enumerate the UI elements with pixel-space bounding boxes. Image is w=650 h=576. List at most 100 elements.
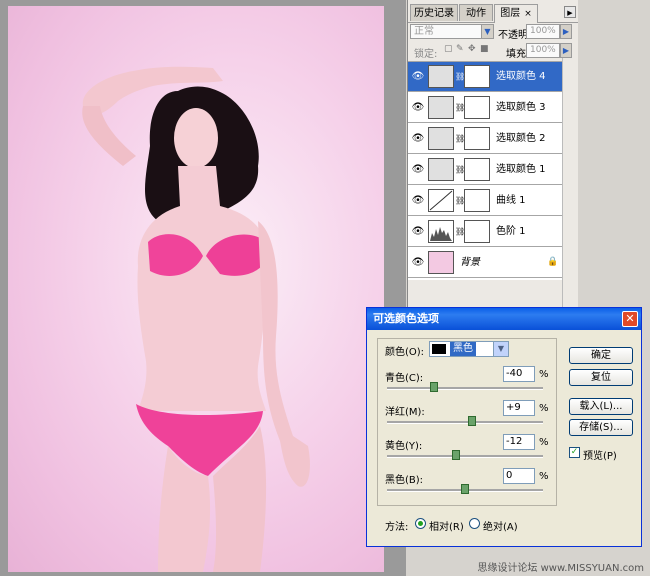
eye-icon[interactable]: 👁 bbox=[411, 101, 425, 114]
chevron-down-icon[interactable]: ▼ bbox=[482, 24, 494, 39]
mask-thumb[interactable] bbox=[464, 96, 490, 119]
layers-panel: 历史记录 动作 图层 × ▶ 正常 ▼ 不透明度: 100% ▶ 锁定: ▢ ✎ … bbox=[407, 0, 578, 310]
relative-radio[interactable] bbox=[415, 518, 426, 529]
yellow-slider-track[interactable] bbox=[387, 455, 543, 458]
tab-layers[interactable]: 图层 × bbox=[494, 4, 538, 23]
yellow-label: 黄色(Y): bbox=[385, 441, 423, 452]
tab-history[interactable]: 历史记录 bbox=[410, 4, 458, 21]
mask-thumb[interactable] bbox=[464, 220, 490, 243]
eye-icon[interactable]: 👁 bbox=[411, 163, 425, 176]
eye-icon[interactable]: 👁 bbox=[411, 194, 425, 207]
lock-all-icon[interactable]: ■ bbox=[480, 44, 489, 54]
selective-color-thumb-icon bbox=[428, 158, 454, 181]
layer-row[interactable]: 👁 ⛓ 选取颜色 3 bbox=[408, 93, 562, 123]
black-input[interactable]: 0 bbox=[503, 468, 535, 484]
layer-name: 选取颜色 3 bbox=[496, 102, 546, 113]
link-icon: ⛓ bbox=[455, 103, 466, 112]
eye-icon[interactable]: 👁 bbox=[411, 225, 425, 238]
yellow-slider-thumb[interactable] bbox=[451, 450, 460, 460]
save-button[interactable]: 存储(S)... bbox=[569, 419, 633, 436]
levels-thumb-icon bbox=[428, 220, 454, 243]
chevron-down-icon[interactable]: ▼ bbox=[493, 342, 508, 356]
layer-scrollbar[interactable] bbox=[562, 58, 578, 308]
lock-transparent-icon[interactable]: ▢ bbox=[444, 44, 453, 54]
selective-color-thumb-icon bbox=[428, 127, 454, 150]
preview-checkbox[interactable]: ✓ bbox=[569, 447, 580, 458]
panel-tabs: 历史记录 动作 图层 × ▶ bbox=[408, 2, 578, 23]
dialog-title: 可选颜色选项 bbox=[373, 312, 439, 325]
load-button[interactable]: 载入(L)... bbox=[569, 398, 633, 415]
ok-button[interactable]: 确定 bbox=[569, 347, 633, 364]
eye-icon[interactable]: 👁 bbox=[411, 256, 425, 269]
selective-color-thumb-icon bbox=[428, 96, 454, 119]
layer-row[interactable]: 👁 ⛓ 选取颜色 1 bbox=[408, 155, 562, 185]
mask-thumb[interactable] bbox=[464, 158, 490, 181]
color-swatch bbox=[432, 344, 446, 354]
watermark: 思缘设计论坛 www.MISSYUAN.com bbox=[477, 563, 644, 574]
model-photo-illustration bbox=[82, 66, 310, 572]
lock-move-icon[interactable]: ✥ bbox=[468, 44, 476, 54]
selective-color-thumb-icon bbox=[428, 65, 454, 88]
cyan-slider-track[interactable] bbox=[387, 387, 543, 390]
layer-row[interactable]: 👁 ⛓ 色阶 1 bbox=[408, 217, 562, 247]
cyan-slider-thumb[interactable] bbox=[429, 382, 438, 392]
tab-actions[interactable]: 动作 bbox=[459, 4, 493, 21]
reset-button[interactable]: 复位 bbox=[569, 369, 633, 386]
black-slider-thumb[interactable] bbox=[461, 484, 469, 494]
magenta-label: 洋红(M): bbox=[385, 407, 425, 418]
layer-name: 色阶 1 bbox=[496, 226, 526, 237]
link-icon: ⛓ bbox=[455, 227, 466, 236]
absolute-label: 绝对(A) bbox=[483, 522, 518, 533]
canvas-area bbox=[0, 0, 406, 576]
layer-name: 背景 bbox=[460, 257, 480, 268]
colors-select[interactable]: 黑色 ▼ bbox=[429, 341, 509, 357]
layer-name: 选取颜色 1 bbox=[496, 164, 546, 175]
curves-thumb-icon bbox=[428, 189, 454, 212]
layer-row[interactable]: 👁 ⛓ 曲线 1 bbox=[408, 186, 562, 216]
lock-row: 锁定: ▢ ✎ ✥ ■ 填充: 100% ▶ bbox=[408, 42, 578, 60]
histogram-icon bbox=[430, 227, 452, 241]
fill-input[interactable]: 100% bbox=[526, 43, 560, 58]
lock-label: 锁定: bbox=[414, 49, 438, 60]
mask-thumb[interactable] bbox=[464, 127, 490, 150]
mask-thumb[interactable] bbox=[464, 65, 490, 88]
curves-graph-icon bbox=[429, 190, 453, 211]
absolute-radio[interactable] bbox=[469, 518, 480, 529]
percent-sign: % bbox=[539, 369, 549, 380]
magenta-input[interactable]: +9 bbox=[503, 400, 535, 416]
black-label: 黑色(B): bbox=[385, 475, 424, 486]
close-icon[interactable]: ✕ bbox=[622, 311, 638, 327]
layer-name: 选取颜色 4 bbox=[496, 71, 546, 82]
link-icon: ⛓ bbox=[455, 165, 466, 174]
yellow-input[interactable]: -12 bbox=[503, 434, 535, 450]
lock-brush-icon[interactable]: ✎ bbox=[456, 44, 464, 54]
eye-icon[interactable]: 👁 bbox=[411, 70, 425, 83]
opacity-arrow-icon[interactable]: ▶ bbox=[560, 24, 572, 39]
blend-mode-select[interactable]: 正常 bbox=[410, 24, 482, 39]
blend-row: 正常 ▼ 不透明度: 100% ▶ bbox=[408, 23, 578, 41]
colors-label: 颜色(O): bbox=[385, 347, 425, 358]
preview-label: 预览(P) bbox=[583, 451, 617, 462]
photo-canvas[interactable] bbox=[8, 6, 384, 572]
close-tab-icon[interactable]: × bbox=[524, 9, 532, 19]
method-label: 方法: bbox=[385, 522, 409, 533]
opacity-input[interactable]: 100% bbox=[526, 24, 560, 39]
panel-menu-icon[interactable]: ▶ bbox=[564, 6, 576, 18]
link-icon: ⛓ bbox=[455, 72, 466, 81]
magenta-slider-track[interactable] bbox=[387, 421, 543, 424]
cyan-input[interactable]: -40 bbox=[503, 366, 535, 382]
layer-row[interactable]: 👁 ⛓ 选取颜色 2 bbox=[408, 124, 562, 154]
dialog-titlebar[interactable]: 可选颜色选项 ✕ bbox=[367, 308, 641, 330]
layer-row[interactable]: 👁 背景 🔒 bbox=[408, 248, 562, 278]
layer-row[interactable]: 👁 ⛓ 选取颜色 4 bbox=[408, 62, 562, 92]
background-thumb bbox=[428, 251, 454, 274]
eye-icon[interactable]: 👁 bbox=[411, 132, 425, 145]
link-icon: ⛓ bbox=[455, 134, 466, 143]
percent-sign: % bbox=[539, 471, 549, 482]
link-icon: ⛓ bbox=[455, 196, 466, 205]
percent-sign: % bbox=[539, 437, 549, 448]
fill-arrow-icon[interactable]: ▶ bbox=[560, 43, 572, 58]
mask-thumb[interactable] bbox=[464, 189, 490, 212]
magenta-slider-thumb[interactable] bbox=[468, 416, 477, 426]
percent-sign: % bbox=[539, 403, 549, 414]
